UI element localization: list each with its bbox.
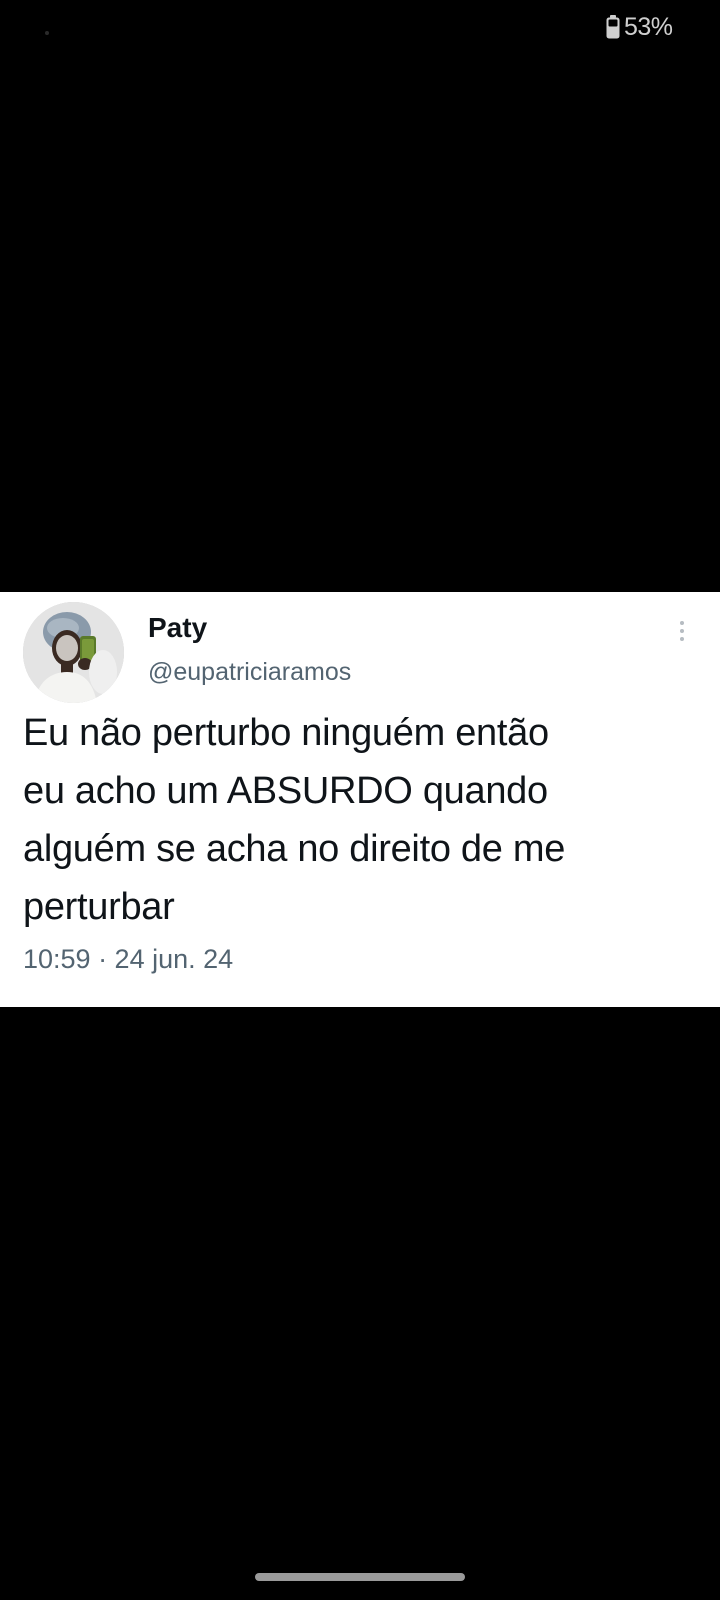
status-bar: 53% (0, 0, 720, 56)
battery-icon (606, 15, 620, 39)
more-options-button[interactable] (670, 614, 694, 648)
tweet-timestamp[interactable]: 10:59 · 24 jun. 24 (23, 944, 233, 975)
tweet-text-line: perturbar (23, 886, 175, 928)
tweet-text-line: Eu não perturbo ninguém então (23, 712, 549, 754)
notification-dot-icon (45, 31, 49, 35)
author-handle[interactable]: @eupatriciaramos (148, 658, 351, 687)
tweet-card[interactable]: Paty @eupatriciaramos Eu não perturbo ni… (0, 592, 720, 1007)
avatar-photo-icon (23, 602, 124, 703)
battery-percentage: 53% (624, 13, 673, 41)
tweet-text-line: eu acho um ABSURDO quando (23, 770, 548, 812)
avatar[interactable] (23, 602, 124, 703)
more-vertical-icon (680, 621, 684, 625)
author-display-name[interactable]: Paty (148, 612, 207, 644)
tweet-text-line: alguém se acha no direito de me (23, 828, 566, 870)
tweet-text: Eu não perturbo ninguém então eu acho um… (23, 704, 703, 936)
home-indicator[interactable] (255, 1573, 465, 1581)
